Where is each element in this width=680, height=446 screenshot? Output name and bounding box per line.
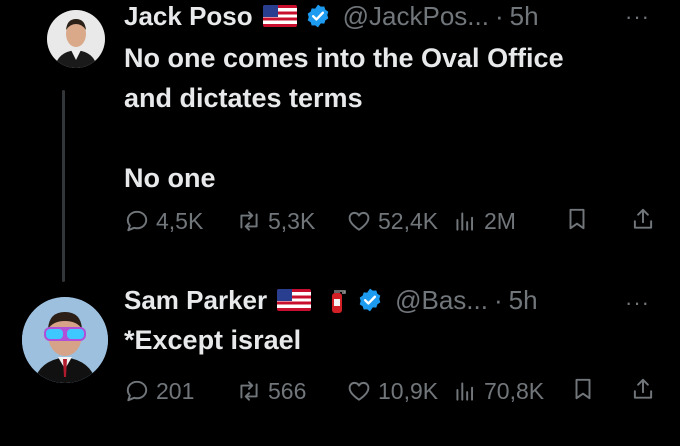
separator-dot: · <box>493 285 503 315</box>
author-name[interactable]: Sam Parker <box>124 284 267 316</box>
separator-dot: · <box>494 1 504 31</box>
like-count: 10,9K <box>378 378 439 404</box>
share-button[interactable] <box>630 376 656 402</box>
post-body-text: No one comes into the Oval Office and di… <box>124 43 564 193</box>
reply-count: 4,5K <box>156 208 204 234</box>
fire-extinguisher-icon <box>327 285 349 315</box>
bookmark-icon <box>575 378 591 400</box>
us-flag-icon <box>277 289 312 311</box>
reply-count: 201 <box>156 378 195 404</box>
reply-icon <box>126 210 148 232</box>
author-handle[interactable]: @Bas... <box>395 284 488 316</box>
views-button[interactable]: 2M <box>452 206 516 236</box>
avatar-sam-parker[interactable] <box>22 297 108 383</box>
bookmark-button[interactable] <box>564 206 590 232</box>
verified-badge-icon[interactable] <box>305 3 331 29</box>
repost-button[interactable]: 5,3K <box>236 206 315 236</box>
author-handle[interactable]: @JackPos... <box>343 0 489 32</box>
views-chart-icon <box>456 382 474 401</box>
post-timestamp[interactable]: 5h <box>510 0 539 32</box>
us-flag-icon <box>262 5 297 27</box>
share-icon <box>633 208 653 229</box>
like-count: 52,4K <box>378 208 439 234</box>
avatar-jack-poso[interactable] <box>47 10 105 68</box>
more-options-icon[interactable]: ··· <box>625 290 650 316</box>
thread-connector-line <box>62 90 65 282</box>
bookmark-icon <box>569 208 585 230</box>
reply-icon <box>126 380 148 402</box>
repost-icon <box>240 381 258 401</box>
author-name[interactable]: Jack Poso <box>124 0 253 32</box>
post-timestamp[interactable]: 5h <box>509 284 538 316</box>
reply-button[interactable]: 4,5K <box>124 206 203 236</box>
more-options-icon[interactable]: ··· <box>625 4 650 30</box>
repost-icon <box>240 211 258 231</box>
views-count: 2M <box>484 208 516 234</box>
verified-badge-icon[interactable] <box>357 287 383 313</box>
repost-button[interactable]: 566 <box>236 376 306 406</box>
repost-count: 566 <box>268 378 307 404</box>
post-body-text: *Except israel <box>124 325 302 355</box>
like-button[interactable]: 10,9K <box>346 376 438 406</box>
views-button[interactable]: 70,8K <box>452 376 544 406</box>
like-button[interactable]: 52,4K <box>346 206 438 236</box>
post-jack-poso[interactable]: Jack Poso @JackPos... · 5h ··· No one co… <box>0 0 680 282</box>
reply-button[interactable]: 201 <box>124 376 194 406</box>
bookmark-button[interactable] <box>570 376 596 402</box>
views-chart-icon <box>456 212 474 231</box>
views-count: 70,8K <box>484 378 545 404</box>
post-sam-parker[interactable]: Sam Parker @Bas... · 5h ··· *Except isra… <box>0 280 680 446</box>
heart-icon <box>348 381 370 401</box>
heart-icon <box>348 211 370 231</box>
post-header: Jack Poso @JackPos... · 5h <box>124 0 539 32</box>
post-header: Sam Parker @Bas... · 5h <box>124 284 538 316</box>
repost-count: 5,3K <box>268 208 316 234</box>
share-button[interactable] <box>630 206 656 232</box>
share-icon <box>633 378 653 399</box>
